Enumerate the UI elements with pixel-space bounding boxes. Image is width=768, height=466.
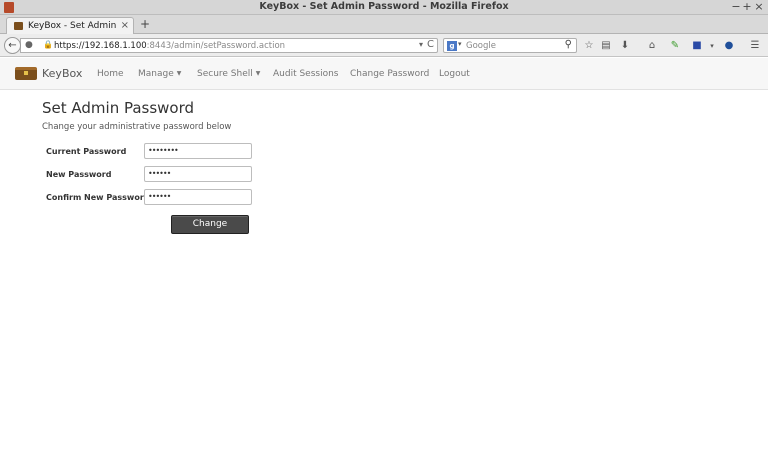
caret-down-icon: ▼ [176,70,182,77]
nav-logout[interactable]: Logout [439,69,470,79]
url-dropdown-icon[interactable]: ▾ [419,40,423,49]
keybox-logo-lock [24,71,28,75]
home-icon[interactable]: ⌂ [645,39,659,53]
bookmark-star-icon[interactable]: ☆ [582,39,596,53]
window-title: KeyBox - Set Admin Password - Mozilla Fi… [259,1,509,12]
nav-audit-sessions[interactable]: Audit Sessions [273,69,339,79]
tab-label: KeyBox - Set Admin ... [28,21,120,31]
search-bar[interactable]: g ▾ Google ⚲ [443,38,577,53]
brand-name: KeyBox [42,67,83,80]
window-titlebar: KeyBox - Set Admin Password - Mozilla Fi… [0,0,768,15]
close-window-button[interactable]: × [753,0,765,13]
current-password-label: Current Password [46,147,127,156]
new-password-label: New Password [46,170,112,179]
keybox-favicon-icon [14,22,23,30]
nav-home[interactable]: Home [97,69,124,79]
page-subtitle: Change your administrative password belo… [42,122,232,132]
tab-keybox[interactable]: KeyBox - Set Admin ... × [6,17,134,35]
new-tab-button[interactable]: + [140,17,150,31]
downloads-icon[interactable]: ⬇ [618,39,632,53]
url-text[interactable]: https://192.168.1.100:8443/admin/setPass… [54,41,285,51]
maximize-button[interactable]: + [741,0,753,13]
page-title: Set Admin Password [42,99,195,117]
search-placeholder: Google [466,41,496,51]
addon-dropdown-icon[interactable]: ▾ [705,39,719,53]
nav-change-password[interactable]: Change Password [350,69,429,79]
nav-manage[interactable]: Manage ▼ [138,69,181,79]
tab-bar: KeyBox - Set Admin ... × + [0,15,768,35]
browser-toolbar: ● 🔒 https://192.168.1.100:8443/admin/set… [0,34,768,57]
url-path: :8443/admin/setPassword.action [146,41,286,51]
search-icon[interactable]: ⚲ [565,39,572,50]
addon-leaf-icon[interactable]: ✎ [668,39,682,53]
tab-close-icon[interactable]: × [121,20,129,31]
menu-icon[interactable]: ☰ [748,39,762,53]
reload-icon[interactable]: C [427,39,434,50]
addon-badge-icon[interactable]: ■ [690,39,704,53]
site-identity-icon[interactable]: ● [25,40,33,50]
lock-icon: 🔒 [43,40,53,49]
confirm-password-label: Confirm New Password [46,193,150,202]
change-password-button[interactable]: Change Password [171,215,249,246]
confirm-password-input[interactable]: •••••• [144,189,252,205]
search-engine-dropdown-icon[interactable]: ▾ [458,40,462,48]
caret-down-icon: ▼ [255,70,261,77]
reading-list-icon[interactable]: ▤ [599,39,613,53]
url-host: https://192.168.1.100 [54,41,147,51]
new-password-input[interactable]: •••••• [144,166,252,182]
current-password-input[interactable]: •••••••• [144,143,252,159]
search-engine-icon[interactable]: g [447,41,457,51]
nav-secure-shell[interactable]: Secure Shell ▼ [197,69,260,79]
app-navbar: KeyBox Home Manage ▼ Secure Shell ▼ Audit … [0,58,768,90]
back-button[interactable]: ← [4,37,21,54]
url-bar[interactable]: ● 🔒 https://192.168.1.100:8443/admin/set… [20,38,438,53]
addon-globe-icon[interactable]: ● [722,39,736,53]
